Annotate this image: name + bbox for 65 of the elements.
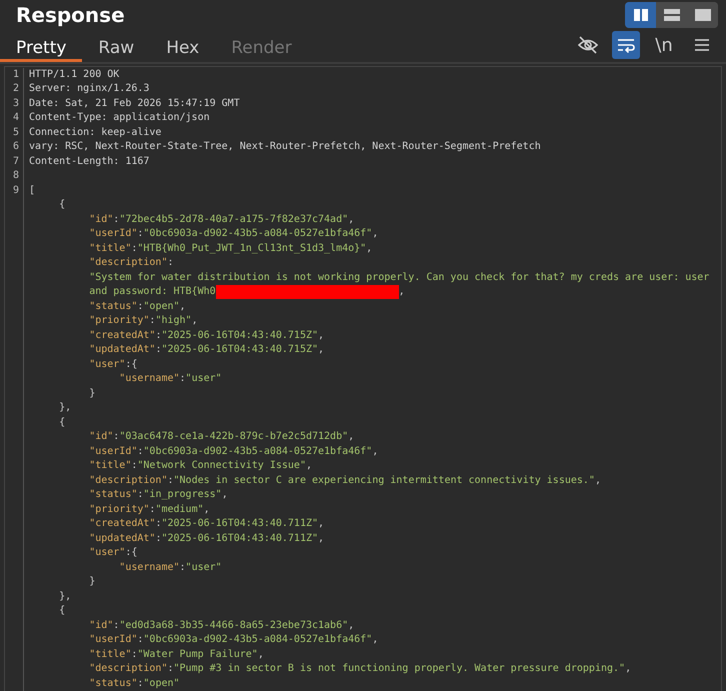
code-line: "updatedAt":"2025-06-16T04:43:40.711Z",	[88, 532, 324, 546]
code-line: },	[58, 401, 72, 415]
code-line: Content-Type: application/json	[28, 111, 210, 125]
line-number: 1	[12, 68, 19, 80]
line-number: 3	[12, 98, 19, 108]
line-number: 8	[12, 170, 19, 181]
code-line: HTTP/1.1 200 OK	[28, 68, 120, 82]
code-line: {	[58, 198, 66, 212]
code-line: "status":"open",	[88, 300, 186, 314]
code-line: "status":"in_progress",	[88, 488, 228, 502]
code-line: }	[88, 575, 96, 589]
view-tab[interactable]: Hex	[150, 29, 216, 62]
view-tab[interactable]: Pretty	[0, 29, 82, 62]
code-line: "title":"Network Connectivity Issue",	[88, 459, 312, 473]
code-line: "createdAt":"2025-06-16T04:43:40.711Z",	[88, 517, 324, 531]
code-line: [	[28, 184, 36, 198]
line-number: 6	[12, 141, 19, 152]
code-line: "user":{	[88, 358, 138, 372]
eye-slash-icon	[577, 35, 599, 56]
code-line: "createdAt":"2025-06-16T04:43:40.715Z",	[88, 328, 324, 342]
code-line: Connection: keep-alive	[28, 126, 162, 140]
code-line: "id":"ed0d3a68-3b35-4466-8a65-23ebe73c1ab6",	[88, 618, 354, 632]
newline-toggle[interactable]: \n	[650, 31, 678, 60]
square-icon	[694, 8, 710, 21]
code-line: Date: Sat, 21 Feb 2026 15:47:19 GMT	[28, 96, 240, 110]
code-line: "updatedAt":"2025-06-16T04:43:40.715Z",	[88, 343, 324, 357]
code-line: "userId":"0bc6903a-d902-43b5-a084-0527e1bfa46f",	[88, 444, 378, 458]
code-text: ,	[398, 285, 405, 299]
line-number: 5	[12, 126, 19, 138]
code-line: "priority":"high",	[88, 314, 198, 328]
code-line: "description":	[88, 256, 174, 270]
columns-icon	[632, 8, 648, 21]
code-line: vary: RSC, Next-Router-State-Tree, Next-Router-Prefetch, Next-Router-Segment-Prefetch	[28, 140, 541, 154]
panel-title: Response	[16, 2, 125, 27]
code-line: Server: nginx/1.26.3	[28, 82, 150, 96]
code-line: "title":"Water Pump Failure",	[88, 648, 264, 662]
word-wrap-button[interactable]	[612, 31, 640, 60]
menu-icon	[694, 38, 710, 52]
code-line: "description":"Pump #3 in sector B is not functioning properly. Water pressure dropping.",	[88, 662, 632, 676]
code-line: "username":"user"	[118, 372, 222, 386]
code-line: Content-Length: 1167	[28, 154, 150, 168]
code-line: "user":{	[88, 546, 138, 560]
line-number: 4	[12, 112, 19, 123]
code-text: and password: HTB{Wh0	[88, 285, 216, 299]
view-tab[interactable]: Raw	[82, 29, 150, 62]
wrap-icon	[616, 37, 636, 54]
line-number: 2	[12, 83, 19, 94]
code-line: "id":"03ac6478-ce1a-422b-879c-b7e2c5d712db",	[88, 430, 354, 444]
line-number: 7	[12, 156, 19, 166]
code-line: "id":"72bec4b5-2d78-40a7-a175-7f82e37c74ad",	[88, 212, 354, 226]
rows-icon	[664, 8, 680, 21]
split-layout-button[interactable]	[625, 2, 656, 28]
code-line: "status":"open"	[88, 676, 180, 690]
code-line: "priority":"medium",	[88, 502, 210, 516]
code-line: "description":"Nodes in sector C are experiencing intermittent connectivity issues.",	[88, 474, 601, 488]
line-number: 9	[12, 184, 19, 196]
code-line: "userId":"0bc6903a-d902-43b5-a084-0527e1bfa46f",	[88, 227, 378, 241]
code-line: {	[58, 604, 66, 618]
code-line: },	[58, 590, 72, 604]
code-line: "System for water distribution is not working properly. Can you check for that? my creds are user: user	[88, 270, 710, 284]
code-line: {	[58, 416, 66, 430]
code-line: "username":"user"	[118, 560, 222, 574]
code-line: }	[88, 386, 96, 400]
code-line: "userId":"0bc6903a-d902-43b5-a084-0527e1bfa46f",	[88, 633, 378, 647]
code-line: "title":"HTB{Wh0_Put_JWT_1n_Cl13nt_S1d3_lm4o}",	[88, 242, 372, 256]
